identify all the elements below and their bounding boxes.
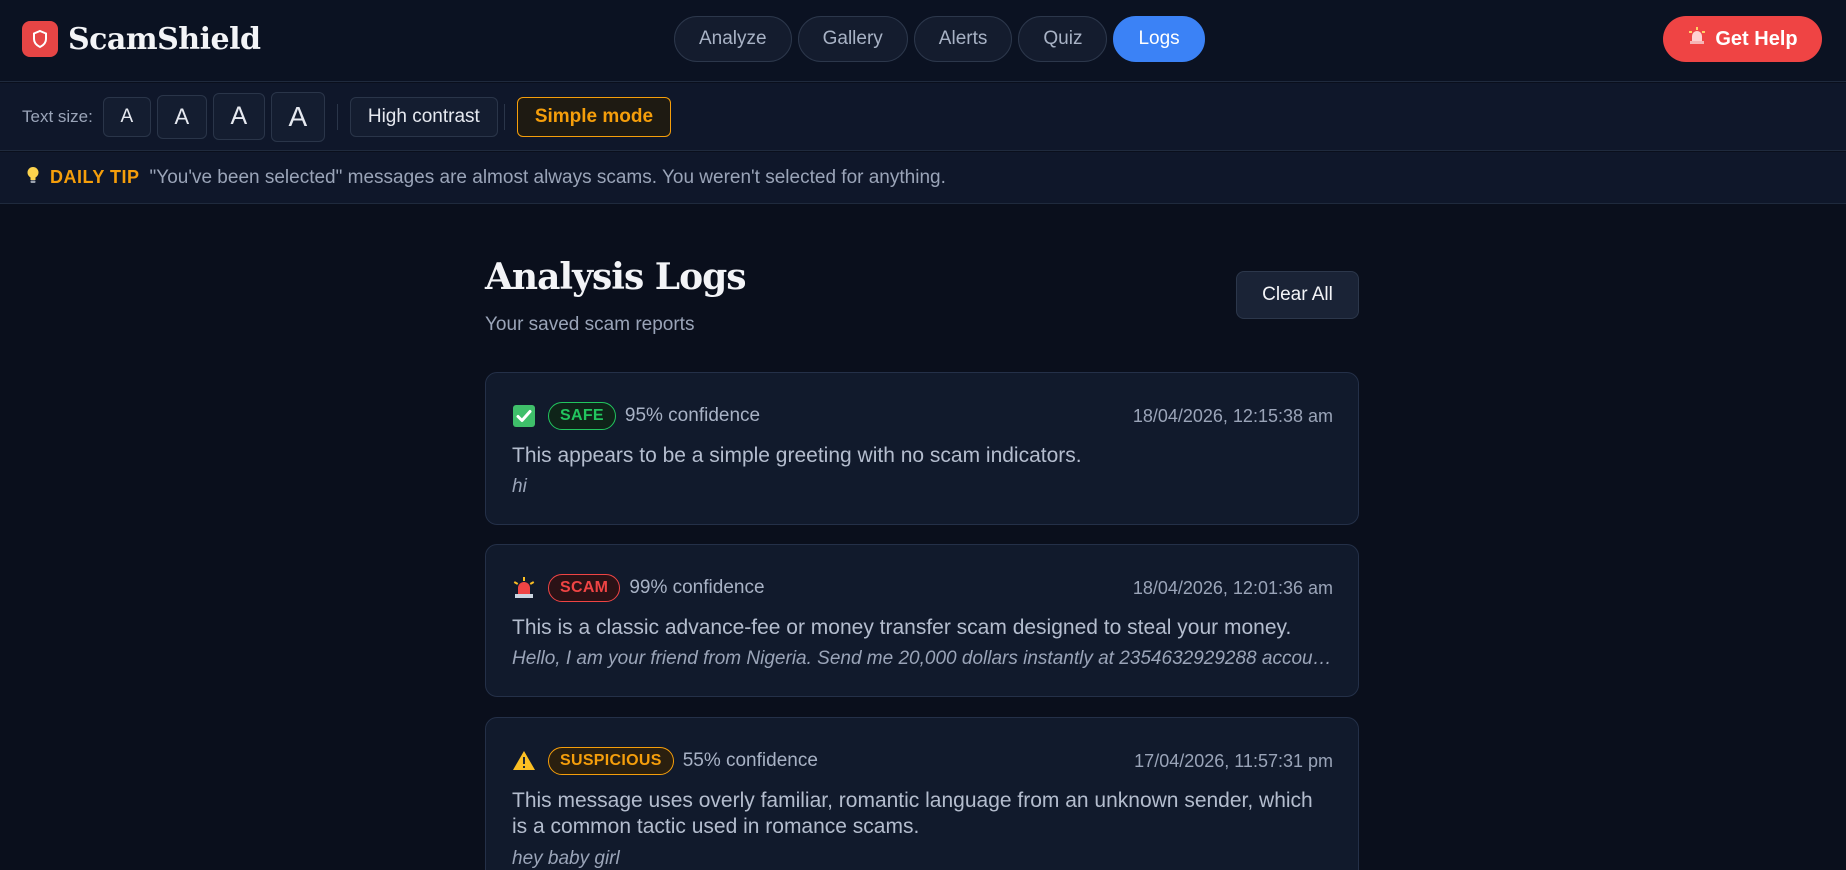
page-title: Analysis Logs [485, 256, 747, 298]
log-card-header: SCAM 99% confidence 18/04/2026, 12:01:36… [512, 573, 1333, 603]
daily-tip-text: "You've been selected" messages are almo… [149, 166, 946, 188]
accessibility-toolbar: Text size: A A A A High contrast Simple … [0, 83, 1846, 151]
top-bar: ScamShield Analyze Gallery Alerts Quiz L… [0, 0, 1846, 82]
siren-icon [1687, 26, 1707, 52]
high-contrast-button[interactable]: High contrast [349, 96, 498, 137]
confidence-text: 99% confidence [629, 577, 765, 598]
log-summary: This message uses overly familiar, roman… [512, 789, 1313, 838]
simple-mode-button[interactable]: Simple mode [516, 96, 672, 137]
brand[interactable]: ScamShield [22, 20, 261, 58]
tab-logs[interactable]: Logs [1113, 16, 1205, 62]
log-message: hi [512, 476, 527, 497]
brand-name: ScamShield [68, 21, 261, 57]
status-badge: SUSPICIOUS [548, 747, 674, 775]
log-card[interactable]: SAFE 95% confidence 18/04/2026, 12:15:38… [485, 372, 1359, 525]
log-card-header: SAFE 95% confidence 18/04/2026, 12:15:38… [512, 401, 1333, 431]
warning-icon [512, 749, 536, 773]
log-timestamp: 18/04/2026, 12:15:38 am [1132, 405, 1333, 426]
log-summary: This is a classic advance-fee or money t… [512, 616, 1292, 639]
text-size-small-button[interactable]: A [102, 96, 151, 137]
lightbulb-icon [26, 166, 40, 189]
toolbar-divider [503, 103, 505, 130]
log-card[interactable]: SCAM 99% confidence 18/04/2026, 12:01:36… [485, 544, 1359, 697]
text-size-xlarge-button[interactable]: A [270, 91, 325, 142]
page-subtitle: Your saved scam reports [485, 314, 695, 335]
siren-icon [512, 576, 536, 600]
status-badge: SCAM [548, 574, 621, 602]
daily-tip-bar: DAILY TIP "You've been selected" message… [0, 152, 1846, 204]
tab-analyze[interactable]: Analyze [674, 16, 792, 62]
toolbar-divider [336, 103, 338, 130]
tab-alerts[interactable]: Alerts [913, 16, 1013, 62]
text-size-large-button[interactable]: A [212, 93, 265, 140]
tab-quiz[interactable]: Quiz [1018, 16, 1108, 62]
tab-gallery[interactable]: Gallery [797, 16, 908, 62]
text-size-medium-button[interactable]: A [156, 94, 207, 139]
get-help-button[interactable]: Get Help [1663, 16, 1822, 62]
text-size-label: Text size: [22, 106, 93, 126]
confidence-text: 95% confidence [624, 405, 761, 426]
daily-tip-label: DAILY TIP [50, 167, 140, 187]
log-message: Hello, I am your friend from Nigeria. Se… [512, 648, 1334, 669]
main-nav: Analyze Gallery Alerts Quiz Logs [674, 16, 1205, 62]
log-timestamp: 18/04/2026, 12:01:36 am [1132, 577, 1333, 598]
confidence-text: 55% confidence [682, 750, 818, 771]
log-summary: This appears to be a simple greeting wit… [512, 444, 1082, 467]
clear-all-button[interactable]: Clear All [1236, 271, 1359, 319]
log-message: hey baby girl [512, 848, 620, 869]
log-card[interactable]: SUSPICIOUS 55% confidence 17/04/2026, 11… [485, 717, 1359, 870]
status-badge: SAFE [548, 402, 616, 430]
log-card-header: SUSPICIOUS 55% confidence 17/04/2026, 11… [512, 746, 1333, 776]
shield-icon [22, 21, 58, 57]
log-timestamp: 17/04/2026, 11:57:31 pm [1134, 750, 1333, 771]
check-icon [512, 404, 536, 428]
get-help-label: Get Help [1715, 27, 1798, 50]
